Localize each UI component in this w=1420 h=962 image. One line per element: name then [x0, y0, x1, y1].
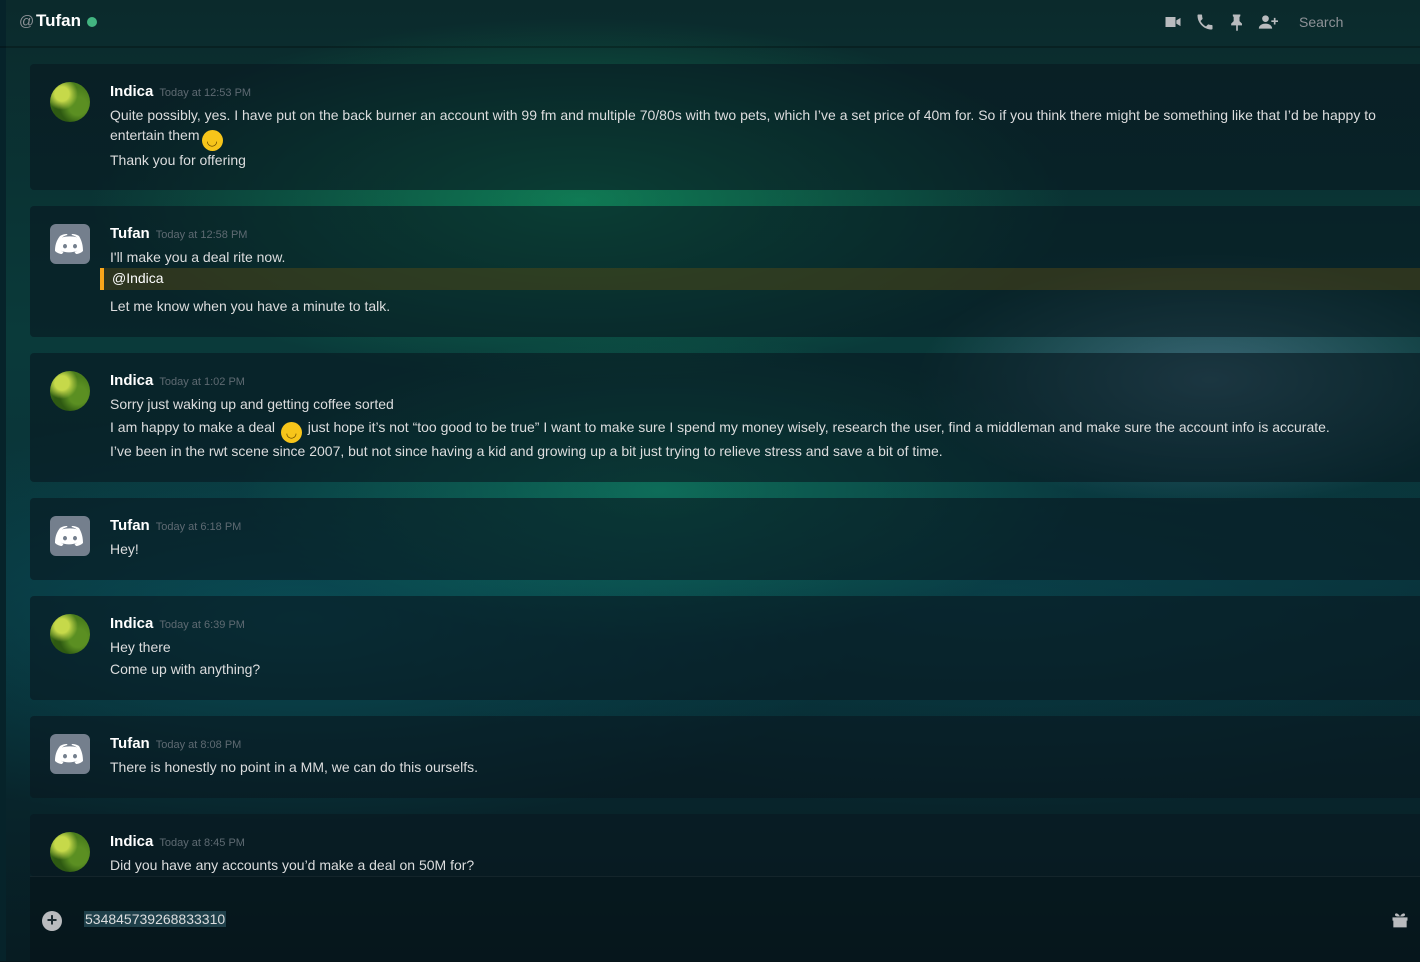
message-author[interactable]: Indica Today at 8:45 PM: [110, 833, 245, 850]
message-text: Hey there: [110, 639, 171, 655]
avatar[interactable]: [50, 516, 90, 556]
message-group: Indica Today at 8:45 PM Did you have any …: [30, 814, 1420, 876]
message-group: Tufan Today at 6:18 PM Hey!: [30, 498, 1420, 580]
message-line: just hope it’s not “too good to be true”…: [307, 419, 1330, 435]
gift-icon[interactable]: [1390, 909, 1410, 929]
discord-logo-icon: [55, 526, 83, 546]
message-text: Hey!: [110, 541, 139, 557]
message-text: Sorry just waking up and getting coffee …: [110, 396, 394, 412]
avatar[interactable]: [50, 734, 90, 774]
message-text: Let me know when you have a minute to ta…: [110, 298, 391, 314]
user-mention[interactable]: @Indica: [112, 270, 164, 286]
dm-username[interactable]: Tufan: [36, 11, 81, 31]
message-group: Tufan Today at 12:58 PM I'll make you a d…: [30, 206, 1420, 337]
author-name[interactable]: Tufan: [110, 735, 150, 752]
author-name[interactable]: Indica: [110, 833, 153, 850]
message-author[interactable]: Indica Today at 6:39 PM: [110, 615, 245, 632]
plus-circle-icon[interactable]: +: [42, 911, 62, 931]
message-line: I am happy to make a deal: [110, 419, 275, 435]
smiley-emoji: ◡: [201, 130, 223, 151]
smiley-emoji: ◡: [280, 422, 302, 443]
online-status-icon: [87, 17, 97, 27]
message-text: Did you have any accounts you’d make a d…: [110, 857, 475, 873]
message-text: There is honestly no point in a MM, we c…: [110, 759, 479, 775]
author-name[interactable]: Tufan: [110, 225, 150, 242]
message-timestamp: Today at 6:18 PM: [155, 521, 242, 533]
avatar[interactable]: [50, 82, 90, 122]
avatar[interactable]: [50, 224, 90, 264]
pin-icon[interactable]: [1227, 12, 1247, 32]
message-timestamp: Today at 1:02 PM: [159, 376, 245, 388]
message-author[interactable]: Indica Today at 1:02 PM: [110, 372, 245, 389]
message-author[interactable]: Tufan Today at 6:18 PM: [110, 517, 241, 534]
dm-at-icon: @: [19, 13, 35, 30]
message-text: I am happy to make a deal ◡ just hope it…: [110, 419, 1330, 443]
server-sidebar-edge: [0, 0, 6, 961]
message-text: Come up with anything?: [110, 661, 261, 677]
message-timestamp: Today at 8:08 PM: [155, 739, 242, 751]
message-group: Indica Today at 1:02 PM Sorry just waking…: [30, 353, 1420, 482]
avatar[interactable]: [50, 614, 90, 654]
message-timestamp: Today at 6:39 PM: [159, 619, 245, 631]
mention-highlight: @Indica: [100, 268, 1420, 290]
discord-logo-icon: [55, 744, 83, 764]
message-line: Quite possibly, yes. I have put on the b…: [110, 107, 1376, 143]
discord-logo-icon: [55, 234, 83, 254]
avatar[interactable]: [50, 371, 90, 411]
avatar[interactable]: [50, 832, 90, 872]
search-input[interactable]: Search: [1299, 14, 1343, 30]
message-group: Tufan Today at 8:08 PM There is honestly …: [30, 716, 1420, 798]
author-name[interactable]: Indica: [110, 83, 153, 100]
video-camera-icon[interactable]: [1163, 12, 1183, 32]
message-input[interactable]: 534845739268833310: [84, 911, 227, 927]
message-timestamp: Today at 12:58 PM: [155, 229, 248, 241]
message-author[interactable]: Tufan Today at 8:08 PM: [110, 735, 241, 752]
message-group: Indica Today at 12:53 PM Quite possibly, …: [30, 64, 1420, 190]
phone-icon[interactable]: [1195, 12, 1215, 32]
message-composer: + 534845739268833310: [30, 876, 1420, 962]
message-text: I'll make you a deal rite now.: [110, 249, 286, 265]
author-name[interactable]: Indica: [110, 615, 153, 632]
message-author[interactable]: Tufan Today at 12:58 PM: [110, 225, 247, 242]
add-friend-icon[interactable]: [1258, 12, 1278, 32]
message-timestamp: Today at 8:45 PM: [159, 837, 245, 849]
message-text: Quite possibly, yes. I have put on the b…: [110, 105, 1400, 151]
message-text: I’ve been in the rwt scene since 2007, b…: [110, 443, 943, 459]
message-group: Indica Today at 6:39 PM Hey there Come up…: [30, 596, 1420, 700]
author-name[interactable]: Indica: [110, 372, 153, 389]
channel-header: @ Tufan Search: [0, 0, 1420, 48]
message-timestamp: Today at 12:53 PM: [159, 87, 252, 99]
message-text: Thank you for offering: [110, 152, 246, 168]
message-author[interactable]: Indica Today at 12:53 PM: [110, 83, 251, 100]
author-name[interactable]: Tufan: [110, 517, 150, 534]
